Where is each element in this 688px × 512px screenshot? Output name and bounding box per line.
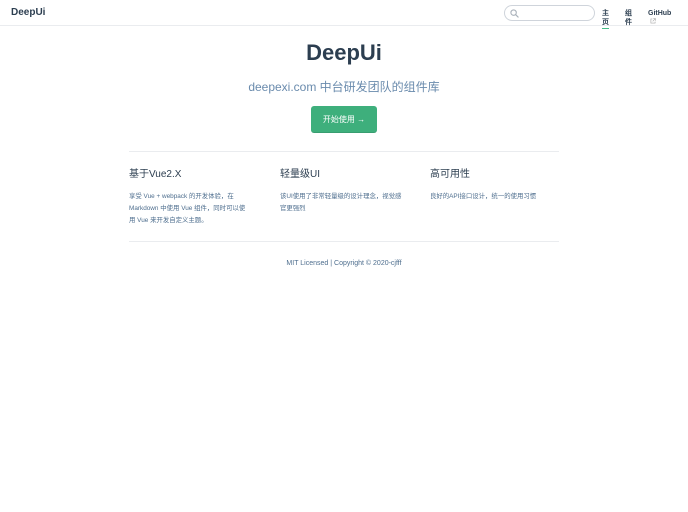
feature-usability: 高可用性 良好的API接口设计，统一的使用习惯	[430, 168, 565, 203]
feature-title: 高可用性	[430, 169, 470, 180]
features-top-divider	[129, 151, 559, 152]
get-started-button[interactable]: 开始使用 →	[311, 106, 377, 133]
hero-description: deepexi.com 中台研发团队的组件库	[248, 80, 440, 94]
search-icon	[510, 9, 519, 18]
feature-lightweight: 轻量级UI 该UI使用了非常轻量级的设计理念，视觉感 官更强烈	[280, 168, 415, 215]
feature-description-line: 用 Vue 来开发自定义主题。	[129, 217, 208, 224]
feature-title: 轻量级UI	[280, 169, 320, 180]
feature-vue: 基于Vue2.X 享受 Vue + webpack 的开发体验，在 Markdow…	[129, 168, 264, 227]
feature-description: 享受 Vue + webpack 的开发体验，在 Markdown 中使用 Vue…	[129, 191, 264, 227]
search-input[interactable]	[521, 7, 591, 19]
feature-description: 良好的API接口设计，统一的使用习惯	[430, 191, 565, 203]
site-name-link[interactable]: DeepUi	[11, 6, 45, 20]
nav-item-github[interactable]: GitHub	[648, 9, 671, 27]
search-box[interactable]	[504, 5, 595, 21]
feature-description-line: 该UI使用了非常轻量级的设计理念，视觉感	[280, 193, 402, 200]
footer: MIT Licensed | Copyright © 2020-cjfff	[286, 260, 402, 267]
footer-divider	[129, 241, 559, 242]
nav-item-components[interactable]: 组件	[625, 9, 632, 27]
feature-title: 基于Vue2.X	[129, 169, 182, 180]
feature-description-line: 良好的API接口设计，统一的使用习惯	[430, 193, 537, 200]
hero-title: DeepUi	[306, 40, 382, 65]
feature-description-line: 享受 Vue + webpack 的开发体验，在	[129, 193, 234, 200]
feature-description-line: 官更强烈	[280, 205, 306, 212]
external-link-icon	[650, 18, 656, 24]
nav-item-home[interactable]: 主页	[602, 9, 609, 29]
navbar: DeepUi 主页 组件 GitHub	[0, 0, 688, 29]
feature-description-line: Markdown 中使用 Vue 组件，同时可以使	[129, 205, 246, 212]
feature-description: 该UI使用了非常轻量级的设计理念，视觉感 官更强烈	[280, 191, 415, 215]
nav-item-github-label: GitHub	[648, 10, 672, 17]
